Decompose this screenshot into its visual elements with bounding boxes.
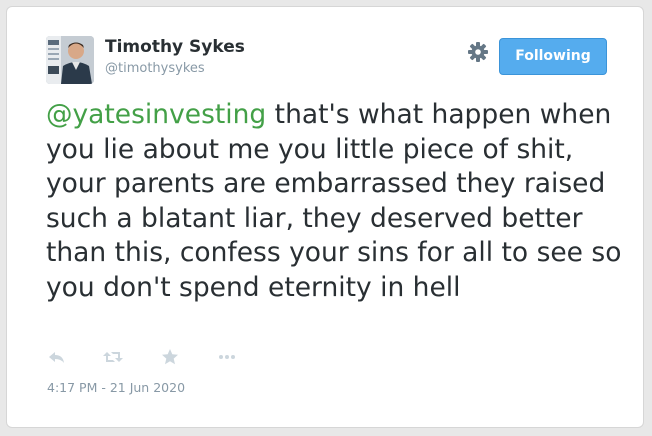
star-icon[interactable]: [159, 346, 181, 368]
avatar-image: [46, 36, 94, 84]
display-name[interactable]: Timothy Sykes: [105, 37, 245, 57]
more-icon[interactable]: [216, 346, 238, 368]
gear-icon[interactable]: [466, 40, 490, 64]
reply-icon[interactable]: [46, 346, 68, 368]
following-button[interactable]: Following: [499, 38, 607, 75]
user-handle[interactable]: @timothysykes: [105, 61, 205, 76]
tweet-timestamp[interactable]: 4:17 PM - 21 Jun 2020: [47, 380, 185, 395]
mention-link[interactable]: @yatesinvesting: [46, 99, 266, 130]
avatar[interactable]: [46, 36, 94, 84]
retweet-icon[interactable]: [102, 346, 124, 368]
tweet-card: Timothy Sykes @timothysykes Following @y…: [6, 6, 644, 428]
tweet-text: @yatesinvesting that's what happen when …: [46, 98, 626, 305]
